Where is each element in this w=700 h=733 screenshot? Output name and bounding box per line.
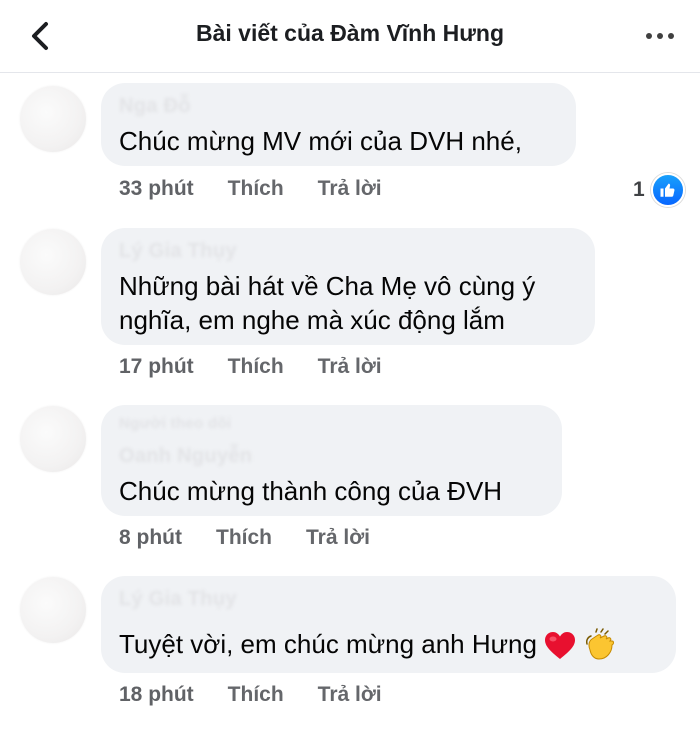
red-heart-icon [545, 632, 576, 660]
comment-bubble[interactable]: Nga Đỗ Chúc mừng MV mới của DVH nhé, [101, 83, 576, 166]
comment-author[interactable]: Lý Gia Thụy [119, 240, 237, 263]
follower-badge: Người theo dõi [119, 415, 232, 432]
comment-author[interactable]: Lý Gia Thụy [119, 588, 237, 611]
avatar[interactable] [20, 229, 86, 295]
reply-button[interactable]: Trả lời [318, 177, 382, 201]
like-button[interactable]: Thích [216, 526, 272, 550]
more-options-button[interactable] [640, 22, 680, 50]
comment-time[interactable]: 33 phút [119, 177, 194, 201]
reaction-summary[interactable]: 1 [633, 173, 685, 207]
clapping-hands-icon [586, 628, 615, 660]
comment-text: Tuyệt vời, em chúc mừng anh Hưng [119, 629, 537, 659]
page-title: Bài viết của Đàm Vĩnh Hưng [195, 20, 505, 46]
reply-button[interactable]: Trả lời [318, 355, 382, 379]
comment-time[interactable]: 8 phút [119, 526, 182, 550]
comment-actions: 17 phút Thích Trả lời [119, 355, 382, 379]
top-bar: Bài viết của Đàm Vĩnh Hưng [0, 0, 700, 73]
comment-time[interactable]: 17 phút [119, 355, 194, 379]
comment-text: Chúc mừng MV mới của DVH nhé, [119, 126, 522, 156]
avatar[interactable] [20, 406, 86, 472]
comment-text: Chúc mừng thành công của ĐVH [119, 476, 503, 506]
reaction-count: 1 [633, 178, 645, 201]
avatar[interactable] [20, 86, 86, 152]
reply-button[interactable]: Trả lời [306, 526, 370, 550]
like-icon [650, 173, 685, 207]
comment-bubble[interactable]: Lý Gia Thụy Những bài hát về Cha Mẹ vô c… [101, 228, 595, 345]
comment-actions: 18 phút Thích Trả lời [119, 683, 382, 707]
like-button[interactable]: Thích [228, 683, 284, 707]
comment-time[interactable]: 18 phút [119, 683, 194, 707]
reply-button[interactable]: Trả lời [318, 683, 382, 707]
comment-bubble[interactable]: Lý Gia Thụy Tuyệt vời, em chúc mừng anh … [101, 576, 676, 673]
comment-author[interactable]: Nga Đỗ [119, 95, 191, 118]
like-button[interactable]: Thích [228, 355, 284, 379]
comment-bubble[interactable]: Người theo dõi Oanh Nguyễn Chúc mừng thà… [101, 405, 562, 516]
comment-text-line: nghĩa, em nghe mà xúc động lắm [119, 305, 505, 335]
comment-actions: 8 phút Thích Trả lời [119, 526, 370, 550]
comment-text-line: Những bài hát về Cha Mẹ vô cùng ý [119, 271, 536, 301]
more-horizontal-icon [646, 33, 652, 39]
comment-text-row: Tuyệt vời, em chúc mừng anh Hưng [119, 626, 617, 664]
comment-actions: 33 phút Thích Trả lời [119, 177, 382, 201]
avatar[interactable] [20, 577, 86, 643]
comment-author[interactable]: Oanh Nguyễn [119, 445, 252, 468]
like-button[interactable]: Thích [228, 177, 284, 201]
